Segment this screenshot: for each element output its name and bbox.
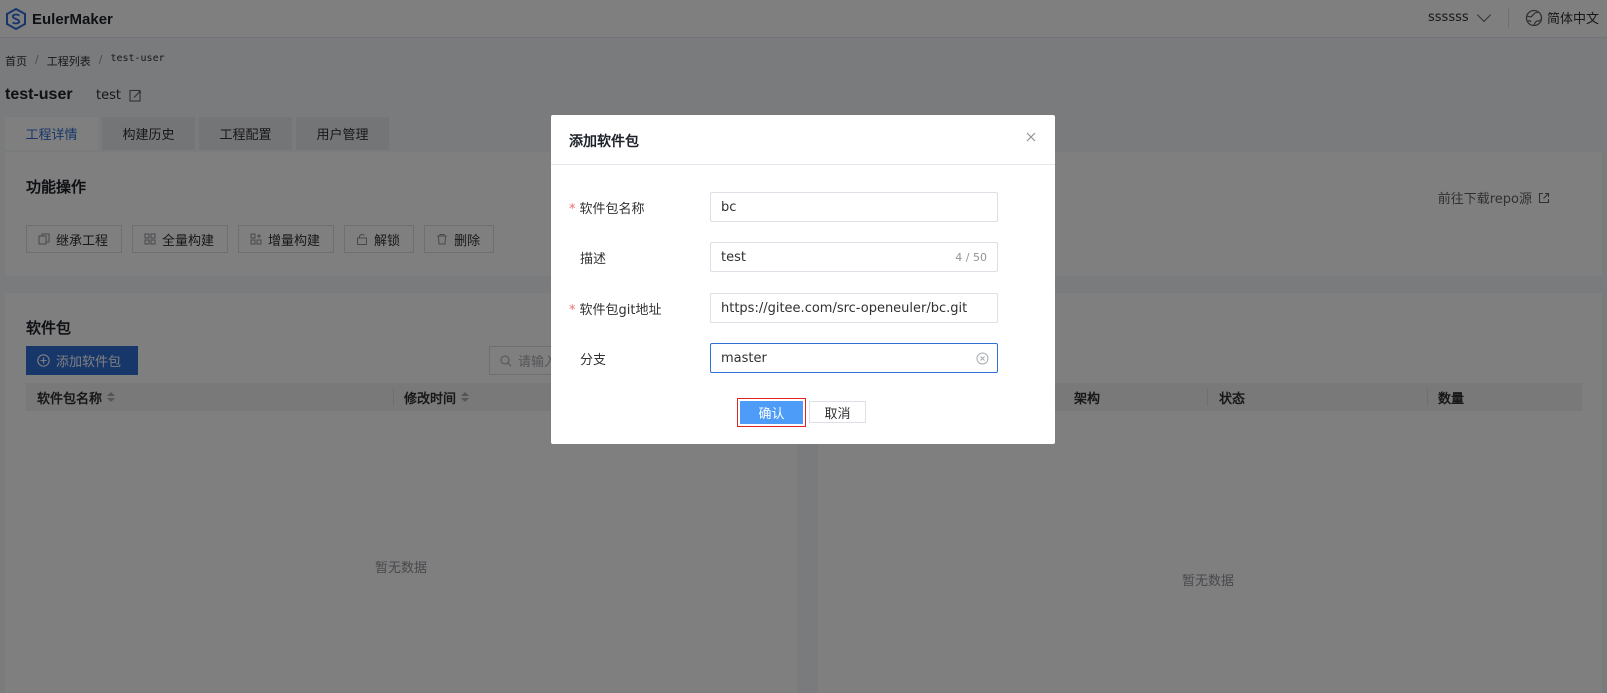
form-row-package-name: * 软件包名称 bc (569, 192, 1039, 222)
description-value: test (721, 249, 746, 265)
form-row-git-url: * 软件包git地址 https://gitee.com/src-openeule… (569, 293, 1039, 323)
form-row-description: 描述 test 4 / 50 (569, 242, 1039, 272)
git-url-input[interactable]: https://gitee.com/src-openeuler/bc.git (710, 293, 998, 323)
required-mark: * (569, 202, 576, 217)
branch-value: master (721, 350, 767, 366)
dialog-header: 添加软件包 (551, 115, 1055, 165)
description-label: 描述 (580, 252, 607, 267)
required-mark: * (569, 303, 576, 318)
package-name-input[interactable]: bc (710, 192, 998, 222)
branch-input[interactable]: master (710, 343, 998, 373)
confirm-highlight: 确认 (737, 398, 806, 427)
git-url-label: * 软件包git地址 (569, 303, 662, 318)
dialog-title: 添加软件包 (569, 134, 639, 150)
description-char-counter: 4 / 50 (955, 251, 987, 264)
add-package-dialog: 添加软件包 * 软件包名称 bc 描述 test 4 / 50 * 软件包git地址… (551, 115, 1055, 444)
description-input[interactable]: test 4 / 50 (710, 242, 998, 272)
branch-label: 分支 (580, 353, 607, 368)
cancel-button[interactable]: 取消 (809, 401, 866, 423)
package-name-label: * 软件包名称 (569, 202, 645, 217)
clear-icon[interactable] (976, 352, 989, 365)
close-icon[interactable] (1025, 131, 1037, 143)
form-row-branch: 分支 master (569, 343, 1039, 373)
confirm-button[interactable]: 确认 (740, 401, 803, 424)
